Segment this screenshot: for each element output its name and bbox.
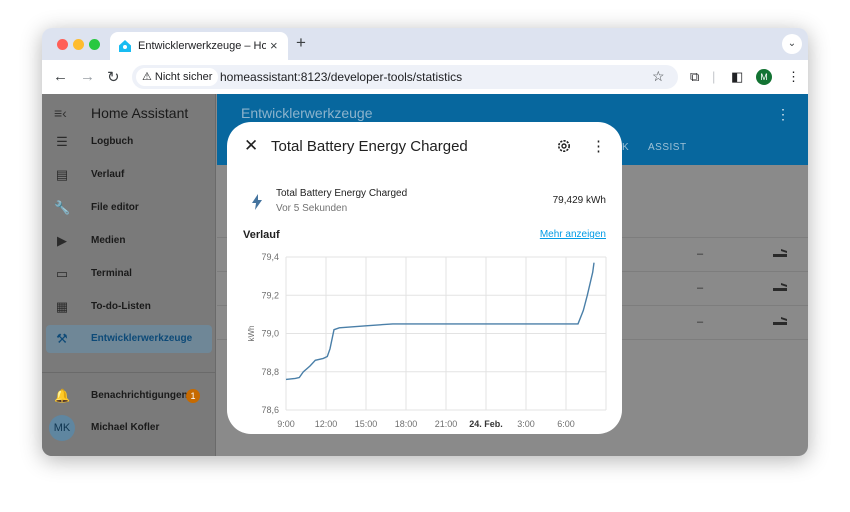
sidebar-header: ≡‹ Home Assistant xyxy=(42,94,216,132)
zoom-window-button[interactable] xyxy=(89,39,100,50)
fix-issue-icon[interactable] xyxy=(772,281,788,293)
list-icon: ☰ xyxy=(56,134,68,149)
tab-title: Entwicklerwerkzeuge – Home Assistant xyxy=(138,40,266,52)
y-tick-label: 78,6 xyxy=(261,405,279,415)
reload-icon[interactable]: ↻ xyxy=(107,68,120,86)
series-line xyxy=(285,262,595,381)
x-tick-label: 24. Feb. xyxy=(469,419,503,429)
user-name: Michael Kofler xyxy=(91,422,160,433)
warning-icon: ⚠ xyxy=(142,71,155,83)
profile-avatar[interactable]: M xyxy=(756,69,772,85)
y-tick-label: 79,2 xyxy=(261,290,279,300)
x-tick-label: 12:00 xyxy=(315,419,338,429)
browser-tab[interactable]: Entwicklerwerkzeuge – Home Assistant × xyxy=(110,32,288,60)
insecure-label: Nicht sicher xyxy=(154,71,213,83)
forward-icon[interactable]: → xyxy=(80,68,95,85)
x-tick-label: 6:00 xyxy=(557,419,575,429)
entity-dialog: ✕ Total Battery Energy Charged ⋮ Total B… xyxy=(227,122,622,434)
fix-issue-icon[interactable] xyxy=(772,247,788,259)
sidebar: ≡‹ Home Assistant ☰ Logbuch ▤ Verlauf 🔧 … xyxy=(42,94,216,456)
x-tick-label: 9:00 xyxy=(277,419,295,429)
row-value: – xyxy=(697,282,704,294)
lightning-icon xyxy=(252,194,262,210)
new-tab-button[interactable]: + xyxy=(296,33,306,53)
x-tick-label: 3:00 xyxy=(517,419,535,429)
sidebar-item-logbuch[interactable]: ☰ Logbuch xyxy=(46,128,212,156)
user-avatar: MK xyxy=(49,415,75,441)
tab-search-button[interactable]: ⌄ xyxy=(782,34,802,54)
play-icon: ▶ xyxy=(57,233,67,248)
sidebar-item-label: Logbuch xyxy=(91,136,134,147)
hammer-icon: ⚒ xyxy=(56,331,68,346)
more-options-icon[interactable]: ⋮ xyxy=(591,137,606,155)
entity-state-value: 79,429 kWh xyxy=(552,195,606,206)
sidebar-item-user[interactable]: MK Michael Kofler xyxy=(46,414,212,442)
row-value: – xyxy=(697,316,704,328)
fix-issue-icon[interactable] xyxy=(772,315,788,327)
url-text[interactable]: homeassistant:8123/developer-tools/stati… xyxy=(220,70,462,84)
extensions-icon[interactable]: ⧉ xyxy=(690,69,699,85)
x-tick-label: 18:00 xyxy=(395,419,418,429)
close-window-button[interactable] xyxy=(57,39,68,50)
wrench-icon: 🔧 xyxy=(54,200,71,215)
y-axis-label: kWh xyxy=(247,326,256,342)
sidebar-title: Home Assistant xyxy=(91,105,189,121)
tab-statistics[interactable]: K xyxy=(622,142,629,153)
sidebar-item-terminal[interactable]: ▭ Terminal xyxy=(46,260,212,288)
bell-icon: 🔔 xyxy=(54,388,71,403)
tab-assist[interactable]: ASSIST xyxy=(648,142,687,153)
home-assistant-icon xyxy=(119,40,131,52)
terminal-icon: ▭ xyxy=(55,266,69,281)
toolbar-separator: | xyxy=(712,69,716,84)
sidebar-toggle-icon[interactable]: ≡‹ xyxy=(54,105,67,121)
gear-icon[interactable] xyxy=(556,138,572,154)
sidebar-item-label: Entwicklerwerkzeuge xyxy=(91,333,193,344)
sidebar-item-verlauf[interactable]: ▤ Verlauf xyxy=(46,161,212,189)
sidebar-item-todo[interactable]: ▦ To-do-Listen xyxy=(46,293,212,321)
row-value: – xyxy=(697,248,704,260)
menu-icon[interactable]: ⋮ xyxy=(787,69,800,85)
sidebar-item-label: To-do-Listen xyxy=(91,301,151,312)
tab-close-icon[interactable]: × xyxy=(270,38,278,53)
sidebar-item-label: Terminal xyxy=(91,268,132,279)
chart-icon: ▤ xyxy=(55,167,69,182)
sidebar-item-label: Verlauf xyxy=(91,169,125,180)
history-title: Verlauf xyxy=(243,229,280,241)
star-icon[interactable]: ☆ xyxy=(652,68,665,85)
address-bar[interactable]: ⚠ Nicht sicher homeassistant:8123/develo… xyxy=(132,65,678,89)
entity-name: Total Battery Energy Charged xyxy=(276,188,408,199)
sidepanel-icon[interactable]: ◧ xyxy=(731,69,743,85)
security-badge[interactable]: ⚠ Nicht sicher xyxy=(136,68,219,86)
show-more-link[interactable]: Mehr anzeigen xyxy=(540,229,606,240)
notification-count-badge: 1 xyxy=(186,389,200,403)
sidebar-divider xyxy=(42,372,216,373)
x-tick-label: 15:00 xyxy=(355,419,378,429)
back-icon[interactable]: ← xyxy=(53,68,68,85)
clipboard-icon: ▦ xyxy=(55,299,69,314)
sidebar-item-entwicklerwerkzeuge[interactable]: ⚒ Entwicklerwerkzeuge xyxy=(46,325,212,353)
dialog-title: Total Battery Energy Charged xyxy=(271,138,468,155)
sidebar-item-label: Benachrichtigungen xyxy=(91,390,188,401)
y-tick-label: 79,4 xyxy=(261,252,279,262)
page-title: Entwicklerwerkzeuge xyxy=(241,105,373,121)
tab-bar: Entwicklerwerkzeuge – Home Assistant × +… xyxy=(42,28,808,60)
sidebar-item-label: File editor xyxy=(91,202,139,213)
sidebar-item-label: Medien xyxy=(91,235,126,246)
browser-toolbar: ← → ↻ ⚠ Nicht sicher homeassistant:8123/… xyxy=(42,60,808,94)
close-icon[interactable]: ✕ xyxy=(244,136,258,156)
sidebar-item-medien[interactable]: ▶ Medien xyxy=(46,227,212,255)
x-tick-label: 21:00 xyxy=(435,419,458,429)
history-chart[interactable]: 79,4 79,2 79,0 78,8 78,6 9:00 12:00 15:00 18:00 2… xyxy=(227,244,622,434)
y-tick-label: 78,8 xyxy=(261,367,279,377)
minimize-window-button[interactable] xyxy=(73,39,84,50)
y-tick-label: 79,0 xyxy=(261,329,279,339)
entity-last-updated: Vor 5 Sekunden xyxy=(276,203,348,214)
more-options-icon[interactable]: ⋮ xyxy=(776,106,790,123)
sidebar-item-notifications[interactable]: 🔔 Benachrichtigungen 1 xyxy=(46,382,212,410)
sidebar-item-file-editor[interactable]: 🔧 File editor xyxy=(46,194,212,222)
